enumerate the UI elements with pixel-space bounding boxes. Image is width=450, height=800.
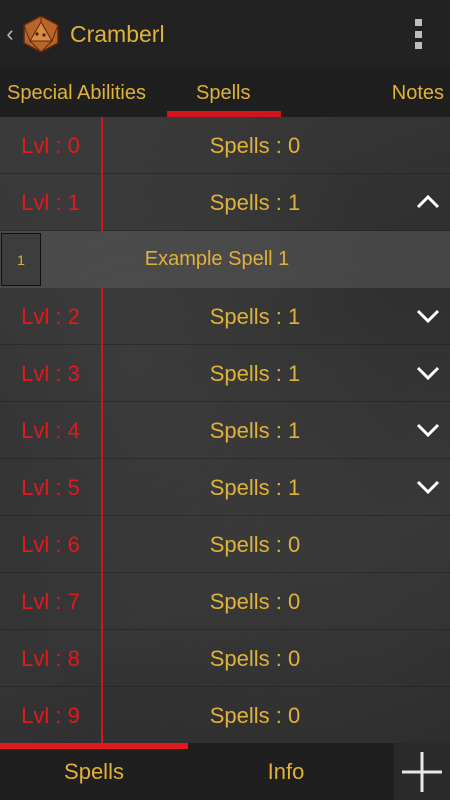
spell-count: Spells : 1 (209, 303, 301, 329)
level-row-1[interactable]: Lvl : 1 Spells : 1 (0, 174, 450, 231)
chevron-up-icon[interactable] (414, 188, 442, 216)
spell-count: Spells : 1 (209, 474, 301, 500)
spell-item[interactable]: 1 Example Spell 1 (0, 231, 450, 288)
level-row-3[interactable]: Lvl : 3 Spells : 1 (0, 345, 450, 402)
level-row-6[interactable]: Lvl : 6 Spells : 0 (0, 516, 450, 573)
bottom-tab-info[interactable]: Info (188, 743, 384, 800)
tab-notes[interactable]: Notes (392, 82, 444, 105)
level-row-8[interactable]: Lvl : 8 Spells : 0 (0, 630, 450, 687)
chevron-down-icon[interactable] (414, 359, 442, 387)
level-row-7[interactable]: Lvl : 7 Spells : 0 (0, 573, 450, 630)
level-label: Lvl : 6 (21, 531, 80, 557)
bottom-tab-bar: Spells Info (0, 743, 450, 800)
level-row-4[interactable]: Lvl : 4 Spells : 1 (0, 402, 450, 459)
add-spell-button[interactable] (394, 743, 450, 800)
action-bar: ‹ Cramberl (0, 0, 450, 68)
level-label: Lvl : 9 (21, 702, 80, 728)
level-label: Lvl : 5 (21, 474, 80, 500)
chevron-down-icon[interactable] (414, 473, 442, 501)
plus-icon (402, 751, 442, 792)
level-label: Lvl : 4 (21, 417, 80, 443)
spell-count: Spells : 1 (209, 360, 301, 386)
spell-count: Spells : 0 (209, 588, 301, 614)
spell-level-list: Lvl : 0 Spells : 0 Lvl : 1 Spells : 1 1 … (0, 117, 450, 744)
spell-name: Example Spell 1 (144, 248, 290, 270)
level-label: Lvl : 3 (21, 360, 80, 386)
level-divider-top (101, 117, 103, 231)
spell-count: Spells : 0 (209, 132, 301, 158)
d20-dice-icon[interactable] (20, 13, 62, 55)
chevron-down-icon[interactable] (414, 302, 442, 330)
level-row-0[interactable]: Lvl : 0 Spells : 0 (0, 117, 450, 174)
chevron-left-icon[interactable]: ‹ (2, 0, 18, 68)
chevron-down-icon[interactable] (414, 416, 442, 444)
top-tab-bar: Special Abilities Spells Notes (0, 68, 450, 117)
spell-count: Spells : 0 (209, 531, 301, 557)
spell-count: Spells : 1 (209, 417, 301, 443)
level-label: Lvl : 7 (21, 588, 80, 614)
spell-count: Spells : 0 (209, 702, 301, 728)
spell-number: 1 (1, 233, 41, 286)
level-label: Lvl : 2 (21, 303, 80, 329)
tab-special-abilities[interactable]: Special Abilities (7, 82, 146, 105)
tab-spells[interactable]: Spells (196, 82, 250, 105)
overflow-menu-icon[interactable] (414, 19, 422, 49)
bottom-tab-indicator (0, 743, 188, 749)
level-divider-bottom (101, 288, 103, 743)
level-label: Lvl : 0 (21, 132, 80, 158)
app-title[interactable]: Cramberl (70, 21, 165, 48)
spell-count: Spells : 1 (209, 189, 301, 215)
bottom-tab-spells[interactable]: Spells (0, 743, 188, 800)
level-row-9[interactable]: Lvl : 9 Spells : 0 (0, 687, 450, 744)
level-label: Lvl : 8 (21, 645, 80, 671)
level-row-5[interactable]: Lvl : 5 Spells : 1 (0, 459, 450, 516)
level-row-2[interactable]: Lvl : 2 Spells : 1 (0, 288, 450, 345)
level-label: Lvl : 1 (21, 189, 80, 215)
spell-count: Spells : 0 (209, 645, 301, 671)
